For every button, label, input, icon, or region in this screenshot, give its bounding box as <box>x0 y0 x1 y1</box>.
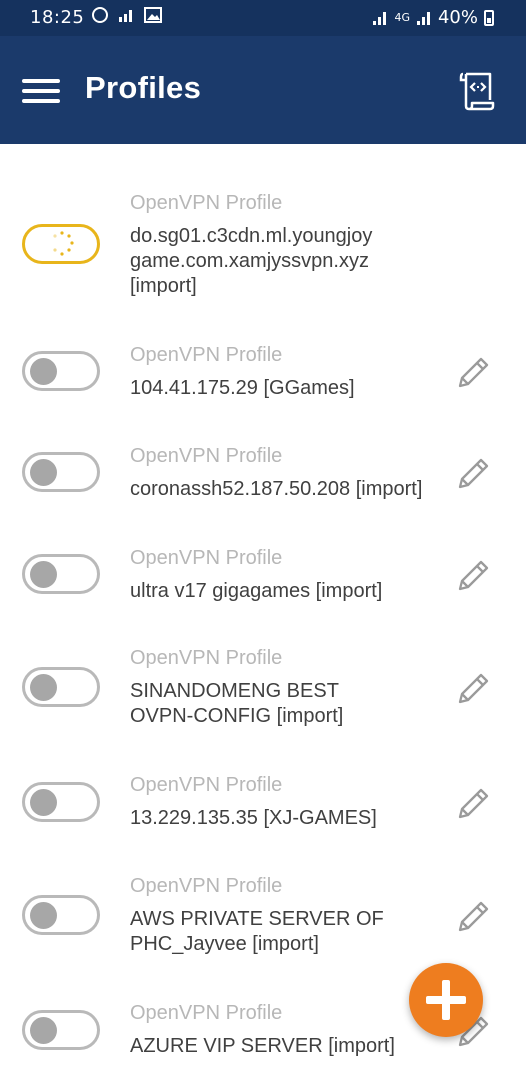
profile-toggle[interactable] <box>22 1010 100 1050</box>
battery-icon <box>484 9 494 26</box>
profile-type: OpenVPN Profile <box>130 547 283 569</box>
status-right-icons: 4G 40% <box>372 7 494 28</box>
profile-row[interactable]: OpenVPN Profile do.sg01.c3cdn.ml.youngjo… <box>0 184 526 304</box>
profile-list: OpenVPN Profile do.sg01.c3cdn.ml.youngjo… <box>0 144 526 1080</box>
signal-icon <box>119 10 132 22</box>
pencil-icon[interactable] <box>454 453 494 493</box>
pencil-icon[interactable] <box>454 555 494 595</box>
status-time: 18:25 <box>30 7 85 28</box>
pencil-icon[interactable] <box>454 896 494 936</box>
profile-type: OpenVPN Profile <box>130 344 283 366</box>
import-file-icon[interactable] <box>458 70 498 112</box>
loading-spinner-icon <box>53 231 74 256</box>
signal-strength-icon-2 <box>416 11 430 25</box>
profile-type: OpenVPN Profile <box>130 875 283 897</box>
profile-toggle[interactable] <box>22 667 100 707</box>
profile-name: 13.229.135.35 [XJ-GAMES] <box>130 807 377 829</box>
profile-row[interactable]: OpenVPN Profile coronassh52.187.50.208 [… <box>0 440 526 530</box>
profile-name: coronassh52.187.50.208 [import] <box>130 478 423 500</box>
profile-toggle[interactable] <box>22 895 100 935</box>
profile-toggle[interactable] <box>22 351 100 391</box>
profile-name: AZURE VIP SERVER [import] <box>130 1035 395 1057</box>
profile-name: ultra v17 gigagames [import] <box>130 580 383 602</box>
status-bar: 18:25 4G 40% <box>0 0 526 36</box>
profile-type: OpenVPN Profile <box>130 1002 283 1024</box>
page-title: Profiles <box>85 70 202 105</box>
profile-toggle[interactable] <box>22 224 100 264</box>
profile-name: SINANDOMENG BEST OVPN-CONFIG [import] <box>130 680 344 727</box>
pencil-icon[interactable] <box>454 352 494 392</box>
status-left-icons <box>92 7 162 23</box>
network-type-label: 4G <box>394 11 410 24</box>
sync-icon <box>92 7 108 23</box>
profile-toggle[interactable] <box>22 782 100 822</box>
profile-row[interactable]: OpenVPN Profile SINANDOMENG BEST OVPN-CO… <box>0 644 526 754</box>
profile-type: OpenVPN Profile <box>130 647 283 669</box>
pencil-icon[interactable] <box>454 783 494 823</box>
profile-row[interactable]: OpenVPN Profile 13.229.135.35 [XJ-GAMES] <box>0 770 526 860</box>
profile-toggle[interactable] <box>22 554 100 594</box>
hamburger-menu-icon[interactable] <box>22 79 60 103</box>
profile-name: do.sg01.c3cdn.ml.youngjoy game.com.xamjy… <box>130 225 373 297</box>
pencil-icon[interactable] <box>454 668 494 708</box>
plus-icon-vertical <box>442 980 450 1020</box>
profile-type: OpenVPN Profile <box>130 445 283 467</box>
battery-percent: 40% <box>437 7 478 28</box>
profile-name: 104.41.175.29 [GGames] <box>130 377 355 399</box>
profile-name: AWS PRIVATE SERVER OF PHC_Jayvee [import… <box>130 908 384 955</box>
profile-type: OpenVPN Profile <box>130 774 283 796</box>
profile-toggle[interactable] <box>22 452 100 492</box>
profile-row[interactable]: OpenVPN Profile 104.41.175.29 [GGames] <box>0 339 526 429</box>
app-bar: Profiles <box>0 36 526 144</box>
add-profile-button[interactable] <box>409 963 483 1037</box>
profile-type: OpenVPN Profile <box>130 192 283 214</box>
image-icon <box>144 7 162 23</box>
profile-row[interactable]: OpenVPN Profile ultra v17 gigagames [imp… <box>0 542 526 632</box>
signal-strength-icon <box>373 11 387 25</box>
